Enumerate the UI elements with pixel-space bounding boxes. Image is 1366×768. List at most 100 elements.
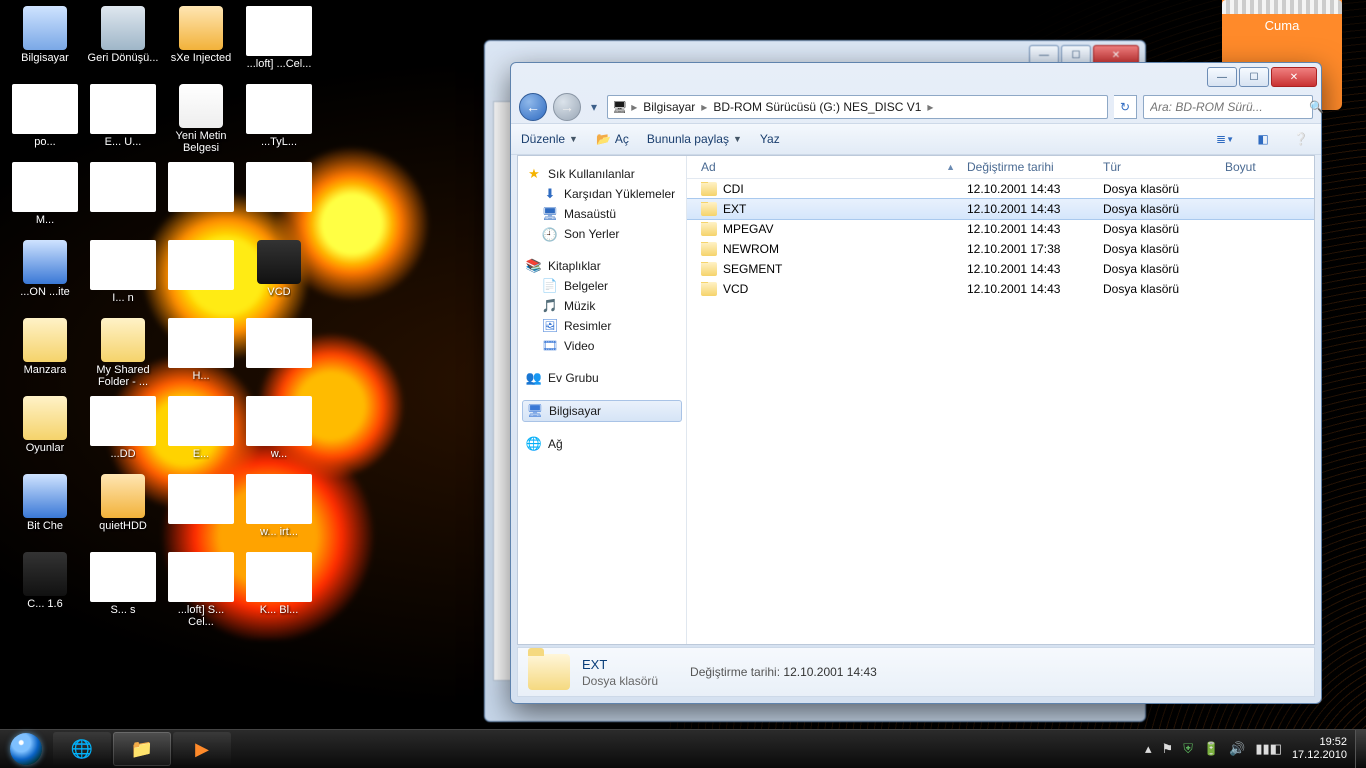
breadcrumb-seg-computer[interactable]: Bilgisayar xyxy=(641,100,697,114)
table-row[interactable]: EXT12.10.2001 14:43Dosya klasörü xyxy=(687,199,1314,219)
explorer-window[interactable]: — ☐ ✕ ← → ▾ 🖥 ▸ Bilgisayar ▸ BD-ROM Sürü… xyxy=(510,62,1322,704)
desktop-icon[interactable]: ...loft] S... Cel... xyxy=(162,550,240,628)
search-input[interactable] xyxy=(1148,99,1309,115)
volume-icon[interactable]: 🔊 xyxy=(1229,741,1245,757)
navigation-pane[interactable]: ★Sık Kullanılanlar ⬇Karşıdan Yüklemeler … xyxy=(518,156,687,644)
desktop-icon[interactable] xyxy=(162,238,240,316)
table-row[interactable]: SEGMENT12.10.2001 14:43Dosya klasörü xyxy=(687,259,1314,279)
maximize-button[interactable]: ☐ xyxy=(1239,67,1269,87)
redacted-icon xyxy=(90,396,156,446)
taskbar[interactable]: 🌐 📁 ▶ ▴ ⚑ ⛨ 🔋 🔊 ▮▮◧ 19:52 17.12.2010 xyxy=(0,729,1366,768)
file-type: Dosya klasörü xyxy=(1097,262,1219,276)
refresh-button[interactable]: ↻ xyxy=(1114,95,1137,119)
show-desktop-button[interactable] xyxy=(1355,730,1366,768)
taskbar-ie[interactable]: 🌐 xyxy=(53,732,111,766)
file-name: SEGMENT xyxy=(723,262,782,276)
col-type[interactable]: Tür xyxy=(1097,160,1219,174)
table-row[interactable]: NEWROM12.10.2001 17:38Dosya klasörü xyxy=(687,239,1314,259)
share-button[interactable]: Bununla paylaş▼ xyxy=(647,132,742,146)
desktop-icon[interactable] xyxy=(240,316,318,394)
titlebar[interactable]: — ☐ ✕ xyxy=(511,63,1321,91)
nav-videos[interactable]: 🎞Video xyxy=(522,336,682,356)
start-button[interactable] xyxy=(0,730,52,768)
network-icon[interactable]: ▮▮◧ xyxy=(1255,741,1282,757)
nav-recent[interactable]: 🕘Son Yerler xyxy=(522,224,682,244)
desktop-icon-label: sXe Injected xyxy=(171,52,232,64)
nav-downloads[interactable]: ⬇Karşıdan Yüklemeler xyxy=(522,184,682,204)
breadcrumb-sep-icon: ▸ xyxy=(701,100,707,114)
desktop-icon[interactable]: ...TyL... xyxy=(240,82,318,160)
desktop-icon[interactable]: Geri Dönüşü... xyxy=(84,4,162,82)
minimize-button[interactable]: — xyxy=(1207,67,1237,87)
col-name[interactable]: Ad▲ xyxy=(695,160,961,174)
desktop-icon[interactable]: ...ON ...ite xyxy=(6,238,84,316)
desktop-icon[interactable]: My Shared Folder - ... xyxy=(84,316,162,394)
table-row[interactable]: CDI12.10.2001 14:43Dosya klasörü xyxy=(687,179,1314,199)
desktop-icon[interactable]: ...loft] ...Cel... xyxy=(240,4,318,82)
desktop-icon[interactable]: C... 1.6 xyxy=(6,550,84,628)
tray-overflow-icon[interactable]: ▴ xyxy=(1145,741,1152,757)
desktop-icon[interactable]: M... xyxy=(6,160,84,238)
view-options-button[interactable]: ≣▼ xyxy=(1215,129,1235,149)
taskbar-explorer[interactable]: 📁 xyxy=(113,732,171,766)
desktop-icon[interactable]: w... xyxy=(240,394,318,472)
battery-icon[interactable]: 🔋 xyxy=(1203,741,1219,757)
tray-clock[interactable]: 19:52 17.12.2010 xyxy=(1292,736,1347,762)
nav-pictures[interactable]: 🖼Resimler xyxy=(522,316,682,336)
file-date: 12.10.2001 14:43 xyxy=(961,282,1097,296)
table-row[interactable]: MPEGAV12.10.2001 14:43Dosya klasörü xyxy=(687,219,1314,239)
organize-button[interactable]: Düzenle▼ xyxy=(521,132,578,146)
desktop-icon[interactable]: ...DD xyxy=(84,394,162,472)
desktop-icon[interactable]: Yeni Metin Belgesi xyxy=(162,82,240,160)
breadcrumb-seg-drive[interactable]: BD-ROM Sürücüsü (G:) NES_DISC V1 xyxy=(711,100,923,114)
desktop-icon[interactable]: w... irt... xyxy=(240,472,318,550)
flag-icon[interactable]: ⚑ xyxy=(1162,741,1174,757)
nav-homegroup[interactable]: 👥Ev Grubu xyxy=(522,368,682,388)
desktop-icon[interactable]: Bit Che xyxy=(6,472,84,550)
nav-desktop[interactable]: 🖥Masaüstü xyxy=(522,204,682,224)
nav-libraries[interactable]: 📚Kitaplıklar xyxy=(522,256,682,276)
desktop-icon[interactable] xyxy=(84,160,162,238)
nav-favorites[interactable]: ★Sık Kullanılanlar xyxy=(522,164,682,184)
nav-computer[interactable]: 🖥Bilgisayar xyxy=(522,400,682,422)
nav-history-dropdown[interactable]: ▾ xyxy=(587,96,601,118)
close-button[interactable]: ✕ xyxy=(1271,67,1317,87)
desktop-icon[interactable]: Bilgisayar xyxy=(6,4,84,82)
nav-network[interactable]: 🌐Ağ xyxy=(522,434,682,454)
desktop-icon[interactable]: I... n xyxy=(84,238,162,316)
open-button[interactable]: 📂Aç xyxy=(596,132,629,146)
nav-documents[interactable]: 📄Belgeler xyxy=(522,276,682,296)
desktop-icon[interactable] xyxy=(162,472,240,550)
shield-icon[interactable]: ⛨ xyxy=(1183,741,1193,757)
desktop-icon[interactable] xyxy=(162,160,240,238)
search-box[interactable]: 🔍 xyxy=(1143,95,1313,119)
help-button[interactable]: ❔ xyxy=(1291,129,1311,149)
nav-music[interactable]: 🎵Müzik xyxy=(522,296,682,316)
desktop-icon[interactable]: H... xyxy=(162,316,240,394)
desktop[interactable]: BilgisayarGeri Dönüşü...sXe Injected...l… xyxy=(0,0,1366,768)
address-bar[interactable]: 🖥 ▸ Bilgisayar ▸ BD-ROM Sürücüsü (G:) NE… xyxy=(607,95,1108,119)
forward-button[interactable]: → xyxy=(553,93,581,121)
table-row[interactable]: VCD12.10.2001 14:43Dosya klasörü xyxy=(687,279,1314,299)
desktop-icon[interactable]: E... U... xyxy=(84,82,162,160)
desktop-icon[interactable]: S... s xyxy=(84,550,162,628)
library-icon: 📚 xyxy=(526,258,542,274)
star-icon: ★ xyxy=(526,166,542,182)
desktop-icon[interactable] xyxy=(240,160,318,238)
desktop-icon[interactable]: quietHDD xyxy=(84,472,162,550)
col-date[interactable]: Değiştirme tarihi xyxy=(961,160,1097,174)
preview-pane-button[interactable]: ◧ xyxy=(1253,129,1273,149)
desktop-icon[interactable]: Oyunlar xyxy=(6,394,84,472)
desktop-icon[interactable]: sXe Injected xyxy=(162,4,240,82)
desktop-icon[interactable]: E... xyxy=(162,394,240,472)
col-size[interactable]: Boyut xyxy=(1219,160,1311,174)
redacted-icon xyxy=(168,240,234,290)
folder-icon xyxy=(701,282,717,296)
desktop-icon[interactable]: Manzara xyxy=(6,316,84,394)
back-button[interactable]: ← xyxy=(519,93,547,121)
desktop-icon[interactable]: po... xyxy=(6,82,84,160)
burn-button[interactable]: Yaz xyxy=(760,132,780,146)
taskbar-media-player[interactable]: ▶ xyxy=(173,732,231,766)
desktop-icon[interactable]: VCD xyxy=(240,238,318,316)
desktop-icon[interactable]: K... Bl... xyxy=(240,550,318,628)
